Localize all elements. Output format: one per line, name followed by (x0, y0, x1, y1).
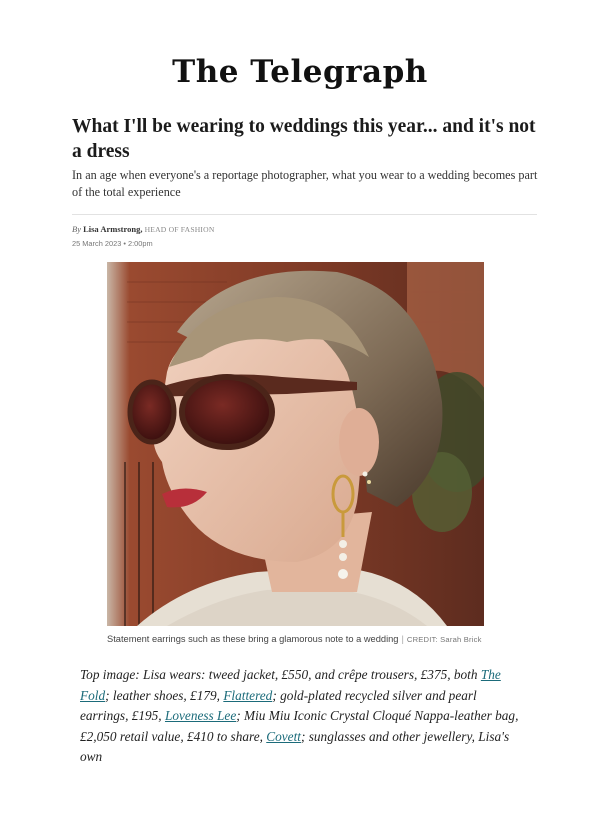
link-flattered[interactable]: Flattered (223, 688, 272, 703)
caption-separator: | (401, 634, 404, 644)
photo-caption: Statement earrings such as these bring a… (107, 634, 547, 644)
divider (72, 214, 537, 215)
byline: By Lisa Armstrong, HEAD OF FASHION (72, 224, 532, 234)
article-standfirst: In an age when everyone's a reportage ph… (72, 168, 538, 199)
link-covett[interactable]: Covett (266, 729, 301, 744)
publish-date: 25 March 2023 • 2:00pm (72, 239, 153, 248)
article-photo (107, 262, 484, 626)
body-text-segment: ; leather shoes, £179, (105, 687, 224, 703)
byline-prefix: By (72, 224, 81, 234)
photo-credit: CREDIT: Sarah Brick (406, 635, 482, 644)
link-loveness-lee[interactable]: Loveness Lee (165, 708, 236, 723)
author-role: HEAD OF FASHION (144, 225, 215, 234)
body-text-segment: Top image: Lisa wears: tweed jacket, £55… (80, 667, 481, 682)
masthead-logo[interactable]: The Telegraph (0, 54, 600, 90)
author-link[interactable]: Lisa Armstrong, (83, 224, 142, 234)
article-headline: What I'll be wearing to weddings this ye… (72, 116, 536, 162)
caption-text: Statement earrings such as these bring a… (107, 634, 399, 644)
article-body-paragraph: Top image: Lisa wears: tweed jacket, £55… (80, 665, 520, 768)
